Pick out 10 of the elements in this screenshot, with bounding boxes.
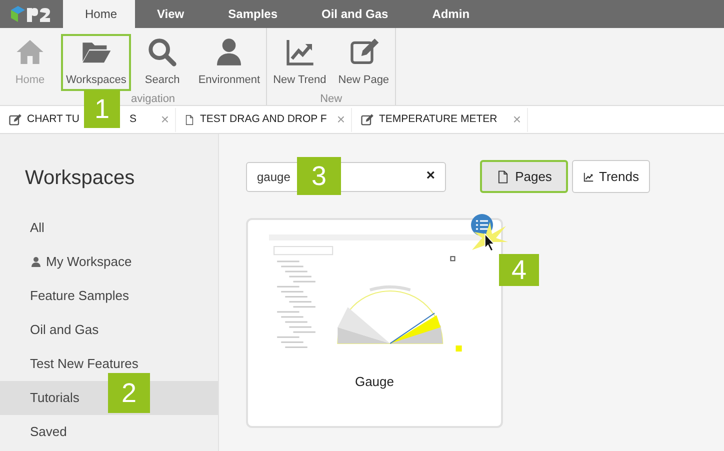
tab-label: CHART TU [27, 112, 80, 127]
tab-label: S [130, 112, 137, 127]
step-callout-tooltip: 3 [297, 157, 341, 195]
step-callout-tooltip: 1 [84, 90, 120, 128]
sidebar-title: Workspaces [24, 166, 136, 191]
step-callout-tooltip: 2 [108, 373, 150, 413]
step-callout-tooltip: 4 [499, 254, 539, 286]
group-label: New [320, 92, 342, 107]
group-label: avigation [131, 92, 176, 107]
card-title: Gauge [354, 373, 394, 391]
